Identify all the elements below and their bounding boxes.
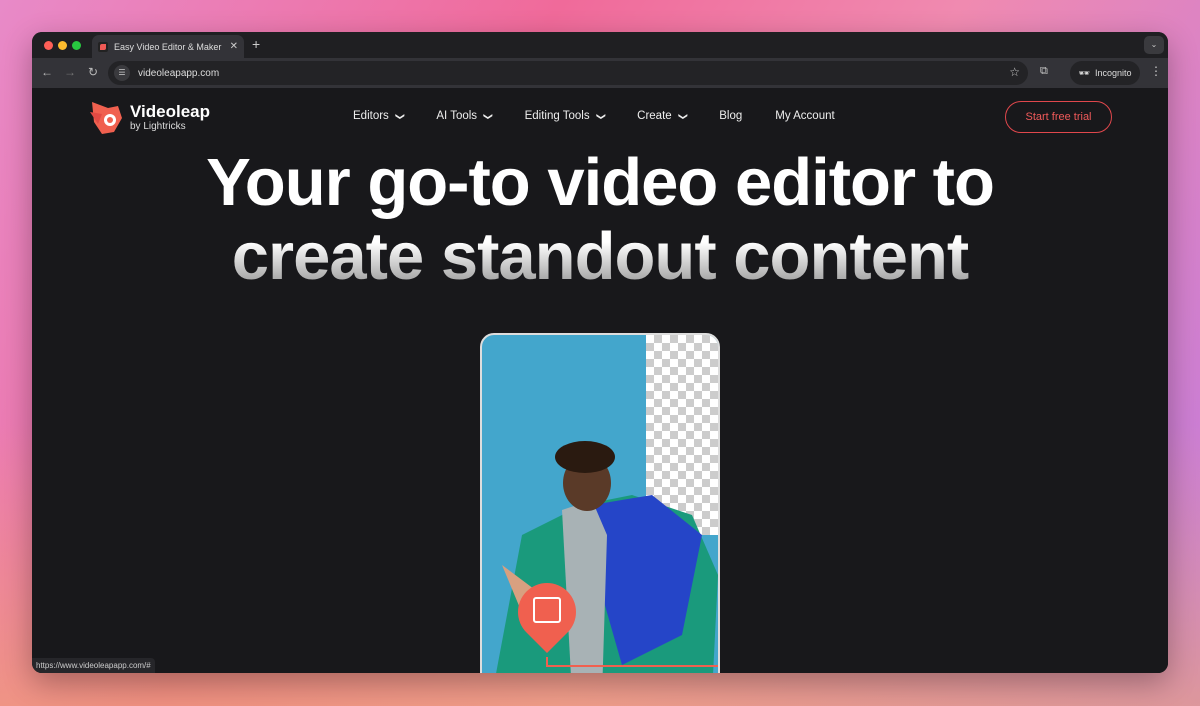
chevron-down-icon: ❯: [677, 112, 688, 121]
incognito-badge[interactable]: 🕶 Incognito: [1070, 61, 1140, 85]
remove-background-icon: [533, 597, 561, 623]
timeline-indicator: [546, 657, 718, 667]
tab-bar: Easy Video Editor & Maker | Videoleap ✕ …: [32, 32, 1168, 58]
chevron-down-icon: ❯: [395, 112, 406, 121]
videoleap-logo-icon: [90, 102, 122, 134]
minimize-window-button[interactable]: [58, 41, 67, 50]
browser-toolbar: ← → ↻ ☰ videoleapapp.com ☆ ⧉ 🕶 Incognito…: [32, 58, 1168, 88]
reload-icon[interactable]: ↻: [88, 65, 98, 79]
more-menu-icon[interactable]: ⋮: [1150, 64, 1162, 78]
site-settings-icon[interactable]: ☰: [114, 65, 130, 81]
hero-line-2: create standout content: [32, 220, 1168, 294]
hero-line-1: Your go-to video editor to: [206, 145, 995, 220]
url-text: videoleapapp.com: [138, 67, 220, 79]
nav-ai-tools[interactable]: AI Tools ❯: [436, 110, 494, 122]
logo-name: Videoleap: [130, 101, 210, 121]
new-tab-icon[interactable]: +: [252, 36, 260, 52]
site-logo[interactable]: Videoleap by Lightricks: [88, 98, 210, 136]
incognito-label: Incognito: [1094, 68, 1132, 78]
nav-create[interactable]: Create ❯: [637, 110, 688, 122]
tab-search-icon[interactable]: ⌄: [1144, 36, 1164, 54]
start-free-trial-button[interactable]: Start free trial: [1005, 101, 1112, 133]
close-window-button[interactable]: [44, 41, 53, 50]
back-icon[interactable]: ←: [41, 65, 53, 79]
person-image: [496, 441, 718, 673]
incognito-icon: 🕶: [1078, 67, 1090, 78]
main-nav: Editors ❯ AI Tools ❯ Editing Tools ❯ Create…: [353, 110, 835, 122]
address-bar[interactable]: ☰ videoleapapp.com ☆: [108, 61, 1028, 85]
status-bar-url: https://www.videoleapapp.com/#: [32, 658, 155, 673]
chevron-down-icon: ❯: [595, 112, 606, 121]
logo-sub: by Lightricks: [130, 120, 186, 132]
hero-title: Your go-to video editor to create stando…: [32, 146, 1168, 294]
chevron-down-icon: ❯: [483, 112, 494, 121]
nav-my-account[interactable]: My Account: [775, 110, 834, 122]
maximize-window-button[interactable]: [72, 41, 81, 50]
bookmark-star-icon[interactable]: ☆: [1009, 65, 1020, 79]
tab-title: Easy Video Editor & Maker | Videoleap: [114, 41, 224, 52]
nav-editors[interactable]: Editors ❯: [353, 110, 406, 122]
nav-blog[interactable]: Blog: [719, 110, 742, 122]
nav-editing-tools[interactable]: Editing Tools ❯: [525, 110, 606, 122]
favicon-icon: [98, 41, 108, 52]
browser-window: Easy Video Editor & Maker | Videoleap ✕ …: [32, 32, 1168, 673]
close-tab-icon[interactable]: ✕: [230, 41, 238, 52]
hero-video-preview: [480, 333, 720, 673]
browser-tab[interactable]: Easy Video Editor & Maker | Videoleap ✕: [92, 35, 244, 58]
web-page: Videoleap by Lightricks Editors ❯ AI Tool…: [32, 88, 1168, 673]
extensions-icon[interactable]: ⧉: [1040, 65, 1048, 78]
forward-icon[interactable]: →: [64, 65, 76, 79]
